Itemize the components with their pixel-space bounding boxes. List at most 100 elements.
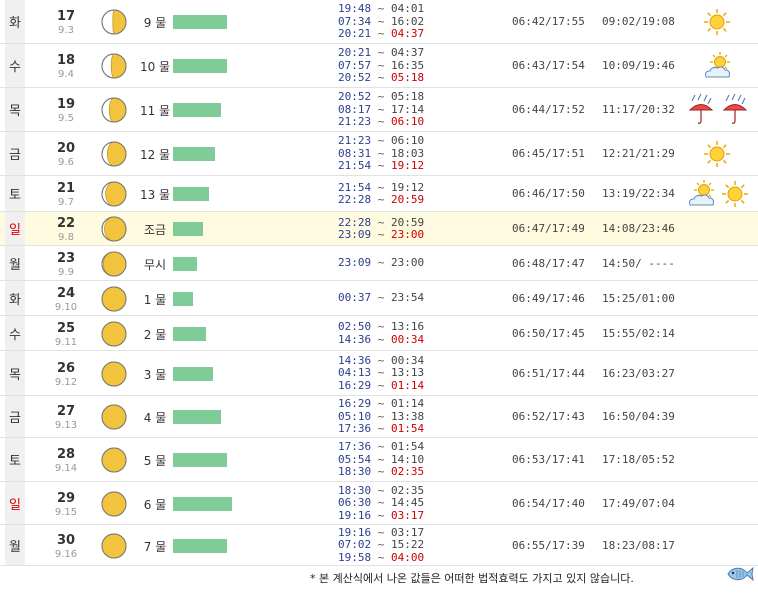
weekday-label: 화 [9,16,21,31]
moon-phase [100,490,128,518]
low-tide-time: 01:54 [391,440,425,454]
low-tide-time: 02:35 [391,483,425,497]
high-tide-time: 19:16 [338,525,372,539]
tide-bar [173,59,227,73]
moon-phase [100,96,128,124]
date-number: 23 [56,250,76,266]
weekday-label: 화 [9,292,21,308]
tide-label: 12 물 [139,148,171,162]
high-tide-time: 21:23 [338,115,372,129]
high-tide-time: 20:52 [338,90,372,104]
weather-icons [705,52,730,78]
tide-bar [173,538,227,553]
high-tide-time: 16:29 [338,378,372,392]
date-number: 29 [56,490,76,506]
high-tide-time: 23:09 [338,228,372,241]
rain-umbrella-icon [688,93,714,124]
time-separator: ~ [371,115,391,129]
high-tide-time: 20:52 [338,71,372,85]
high-tide-time: 16:29 [338,397,372,411]
tide-time-line: 00:37 ~ 23:54 [338,292,448,305]
sunrise-sunset: 06:48/17:47 [512,256,585,270]
tide-bar [173,291,193,306]
time-separator: ~ [371,134,391,148]
tide-times: 20:52 ~ 05:18 08:17 ~ 17:14 21:23 ~ 06:10 [338,91,448,129]
tide-times: 17:36 ~ 01:54 05:54 ~ 14:10 18:30 ~ 02:35 [338,441,448,479]
time-separator: ~ [371,452,391,466]
weekday-cell: 일 [5,212,25,245]
time-separator: ~ [371,180,391,194]
sunrise-sunset: 06:55/17:39 [512,538,585,552]
tide-times: 14:36 ~ 00:34 04:13 ~ 13:13 16:29 ~ 01:14 [338,354,448,393]
weekday-cell: 금 [5,396,25,437]
moon-phase [100,250,128,278]
tide-time-line: 20:21 ~ 04:37 [338,28,448,41]
lunar-date: 9.12 [54,376,78,388]
tide-label: 9 물 [143,16,167,30]
high-tide-time: 05:54 [338,452,372,466]
moon-phase-icon [101,447,127,473]
high-tide-time: 21:54 [338,180,372,194]
table-row: 월 23 9.9 무시 23:09 ~ 23:00 06:48/17:47 14:50/ -… [0,246,758,281]
low-tide-time: 20:59 [391,193,425,206]
low-tide-time: 05:18 [391,90,425,104]
table-row: 목 19 9.5 11 물 20:52 ~ 05:18 08:17 ~ 17:14 21:2… [0,88,758,132]
table-row: 금 20 9.6 12 물 21:23 ~ 06:10 08:31 ~ 18:03 21:5… [0,132,758,176]
tide-bar [173,496,232,511]
sunrise-sunset: 06:50/17:45 [512,326,585,340]
tide-times: 02:50 ~ 13:16 14:36 ~ 00:34 [338,320,448,346]
time-separator: ~ [371,332,391,346]
lunar-date: 9.16 [54,548,78,560]
tide-time-line: 20:52 ~ 05:18 [338,72,448,85]
low-tide-time: 04:00 [391,550,425,564]
weekday-label: 금 [9,411,21,426]
tide-time-line: 19:16 ~ 03:17 [338,509,448,523]
time-separator: ~ [371,525,391,539]
lunar-date: 9.15 [54,506,78,518]
time-separator: ~ [371,550,391,564]
time-separator: ~ [371,422,391,436]
low-tide-time: 06:10 [391,115,425,129]
tide-bar [173,326,206,341]
moon-phase [100,140,128,168]
high-tide-time: 08:17 [338,102,372,116]
weekday-cell: 일 [5,482,25,524]
tide-times: 23:09 ~ 23:00 [338,257,448,270]
weekday-cell: 월 [5,525,25,565]
high-tide-time: 19:58 [338,550,372,564]
high-tide-time: 05:10 [338,409,372,423]
weekday-label: 월 [9,257,21,273]
weather-icons [704,9,730,35]
tide-time-line: 16:29 ~ 01:14 [338,378,448,393]
sunrise-sunset: 06:47/17:49 [512,222,585,235]
weekday-cell: 토 [5,176,25,211]
moon-phase-icon [101,286,127,311]
weekday-label: 목 [9,104,21,119]
high-tide-time: 21:23 [338,134,372,148]
moon-phase [100,360,128,388]
time-separator: ~ [371,366,391,380]
low-tide-time: 13:16 [391,320,425,333]
moon-phase-icon [101,97,127,123]
low-tide-time: 03:17 [391,525,425,539]
tide-bar [173,222,203,236]
weekday-label: 토 [9,188,21,203]
high-tide-time: 20:21 [338,27,372,41]
fish-icon [727,566,754,582]
high-tide-time: 17:36 [338,440,372,454]
low-tide-time: 14:45 [391,496,425,510]
tide-time-line: 19:58 ~ 04:00 [338,550,448,565]
moon-phase-icon [101,9,127,35]
high-tide-time: 07:02 [338,538,372,552]
time-separator: ~ [371,409,391,423]
lunar-date: 9.8 [58,232,74,243]
date-number: 30 [56,532,76,548]
low-tide-time: 01:54 [391,422,425,436]
tide-time-line: 17:36 ~ 01:54 [338,423,448,436]
date-number: 27 [56,404,76,419]
time-separator: ~ [371,58,391,72]
sun-icon [722,181,748,207]
tide-time-line: 23:09 ~ 23:00 [338,228,448,242]
high-tide-time: 21:54 [338,159,372,173]
moon-phase [100,215,128,243]
